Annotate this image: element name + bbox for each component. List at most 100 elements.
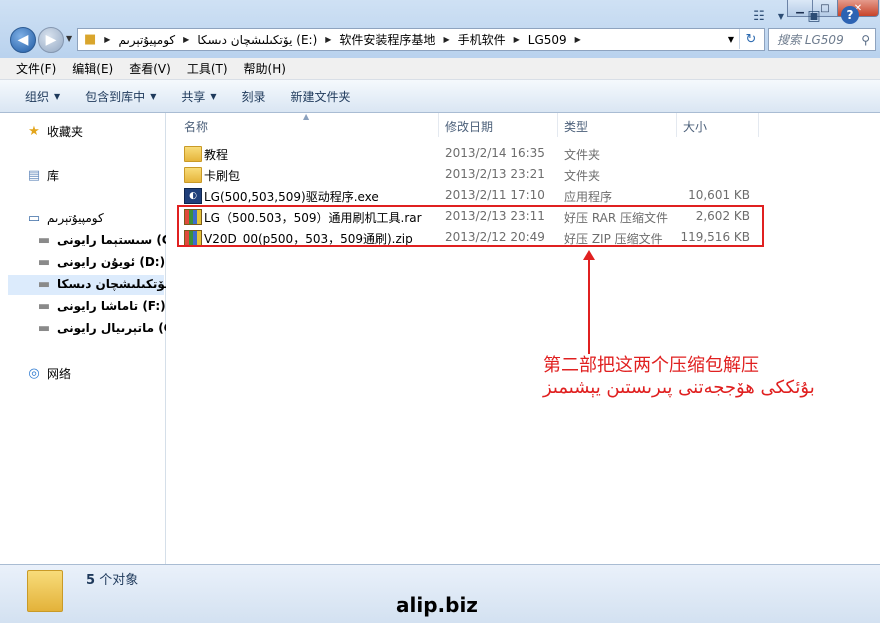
- column-header-date[interactable]: 修改日期: [445, 118, 493, 135]
- drive-icon: ▬: [37, 320, 51, 336]
- file-name: LG(500,503,509)驱动程序.exe: [204, 190, 379, 204]
- menu-help[interactable]: 帮助(H): [236, 60, 294, 77]
- breadcrumb-folder-phone[interactable]: 手机软件: [456, 31, 508, 48]
- menu-tools[interactable]: 工具(T): [179, 60, 236, 77]
- command-bar: 组织 ▼ 包含到库中 ▼ 共享 ▼ 刻录 新建文件夹: [0, 80, 880, 113]
- file-name: 教程: [204, 148, 229, 162]
- breadcrumb-chevron-icon[interactable]: ▶: [508, 35, 526, 44]
- sidebar-item-drive-d[interactable]: ▬ ئويۇن رايونى (D:): [36, 255, 166, 270]
- include-library-button[interactable]: 包含到库中 ▼: [85, 88, 156, 105]
- column-divider[interactable]: [676, 113, 677, 137]
- search-input[interactable]: 搜索 LG509 ⚲: [768, 28, 876, 51]
- share-label: 共享: [181, 89, 206, 104]
- system-drive-icon: ▬: [37, 232, 51, 248]
- share-button[interactable]: 共享 ▼: [181, 88, 216, 105]
- menu-view[interactable]: 查看(V): [121, 60, 179, 77]
- organize-button[interactable]: 组织 ▼: [25, 88, 60, 105]
- breadcrumb-chevron-icon[interactable]: ▶: [98, 35, 116, 44]
- file-type: 文件夹: [564, 169, 601, 183]
- computer-icon: ▭: [27, 210, 41, 226]
- folder-icon: [184, 146, 202, 162]
- sidebar-network-label: 网络: [47, 367, 72, 381]
- sidebar-item-network[interactable]: ◎ 网络: [26, 365, 71, 382]
- chevron-down-icon: ▼: [54, 91, 61, 101]
- address-dropdown-icon[interactable]: ▼: [724, 35, 738, 44]
- sidebar-library-label: 库: [47, 169, 60, 183]
- folder-icon: [27, 570, 63, 612]
- file-date: 2013/2/13 23:21: [445, 167, 545, 181]
- star-icon: ★: [28, 124, 40, 139]
- search-icon[interactable]: ⚲: [861, 33, 875, 47]
- item-count: 5 个对象: [86, 569, 138, 588]
- address-bar[interactable]: ■ ▶ كومپيۇتېرىم ▶ يۆتكىلىشچان دىسكا (E:)…: [77, 28, 765, 51]
- navigation-pane: ★ 收藏夹 ▤ 库 ▭ كومپيۇتېرىم ▬ سىستېما رايونى…: [0, 113, 192, 564]
- file-date: 2013/2/14 16:35: [445, 146, 545, 160]
- folder-icon: [184, 167, 202, 183]
- refresh-icon[interactable]: ↻: [739, 29, 762, 49]
- item-count-label: 个对象: [99, 573, 139, 588]
- help-icon[interactable]: ?: [841, 6, 859, 24]
- file-row[interactable]: 教程 2013/2/14 16:35 文件夹: [184, 143, 784, 163]
- file-name: 卡刷包: [204, 169, 241, 183]
- annotation-text-uyghur: بۇئككى هۆججەتنى پىرىستىن يېشىمىز: [543, 377, 815, 398]
- recent-pages-chevron-icon[interactable]: ▼: [66, 34, 72, 43]
- sidebar-item-computer[interactable]: ▭ كومپيۇتېرىم: [26, 210, 104, 226]
- file-list: ▲ 名称 修改日期 类型 大小 教程 2013/2/14 16:35 文件夹 卡…: [166, 112, 880, 564]
- column-divider[interactable]: [557, 113, 558, 137]
- file-size: 10,601 KB: [688, 188, 750, 202]
- drive-icon: ▬: [37, 298, 51, 314]
- breadcrumb-folder-current[interactable]: LG509: [526, 33, 569, 47]
- network-icon: ◎: [28, 366, 40, 381]
- annotation-arrow-shaft: [588, 258, 590, 354]
- breadcrumb-drive[interactable]: يۆتكىلىشچان دىسكا (E:): [195, 33, 319, 47]
- breadcrumb-chevron-icon[interactable]: ▶: [569, 35, 587, 44]
- file-row[interactable]: ◐ LG(500,503,509)驱动程序.exe 2013/2/11 17:1…: [184, 185, 784, 205]
- sidebar-drive-label: سىستېما رايونى (C:): [57, 233, 181, 247]
- file-date: 2013/2/11 17:10: [445, 188, 545, 202]
- sidebar-drive-label: ئويۇن رايونى (D:): [57, 255, 166, 269]
- annotation-arrow-head: [583, 250, 595, 260]
- exe-icon: ◐: [184, 188, 202, 204]
- library-icon: ▤: [27, 168, 41, 183]
- column-divider[interactable]: [438, 113, 439, 137]
- sidebar-item-drive-g[interactable]: ▬ ماتېرىيال رايونى (G:): [36, 320, 184, 336]
- sidebar-drive-label: ماتېرىيال رايونى (G:): [57, 321, 184, 335]
- highlight-box: [177, 205, 764, 247]
- menu-file[interactable]: 文件(F): [0, 60, 64, 77]
- sort-ascending-icon: ▲: [303, 112, 310, 121]
- sidebar-item-drive-c[interactable]: ▬ سىستېما رايونى (C:): [36, 232, 181, 248]
- column-header-size[interactable]: 大小: [683, 118, 707, 135]
- back-arrow-icon[interactable]: ◀: [10, 27, 36, 53]
- column-header-type[interactable]: 类型: [564, 118, 588, 135]
- menu-edit[interactable]: 编辑(E): [64, 60, 121, 77]
- column-header-name[interactable]: 名称: [184, 118, 208, 135]
- annotation-text-chinese: 第二部把这两个压缩包解压: [543, 355, 759, 376]
- drive-icon: ▬: [37, 276, 51, 292]
- file-row[interactable]: 卡刷包 2013/2/13 23:21 文件夹: [184, 164, 784, 184]
- organize-label: 组织: [25, 89, 50, 104]
- breadcrumb-folder-base[interactable]: 软件安装程序基地: [337, 31, 437, 48]
- burn-button[interactable]: 刻录: [242, 88, 266, 105]
- menu-bar: 文件(F) 编辑(E) 查看(V) 工具(T) 帮助(H): [0, 58, 880, 80]
- breadcrumb-chevron-icon[interactable]: ▶: [319, 35, 337, 44]
- item-count-number: 5: [86, 573, 96, 588]
- view-chevron-icon[interactable]: ▼: [776, 6, 786, 26]
- sidebar-item-library[interactable]: ▤ 库: [26, 167, 59, 184]
- forward-arrow-icon[interactable]: ▶: [38, 27, 64, 53]
- watermark: alip.biz: [396, 593, 478, 617]
- chevron-down-icon: ▼: [210, 91, 217, 101]
- file-type: 应用程序: [564, 190, 613, 204]
- preview-pane-icon[interactable]: ▣: [805, 6, 823, 26]
- file-type: 文件夹: [564, 148, 601, 162]
- search-placeholder: 搜索 LG509: [777, 33, 844, 47]
- sidebar-favorites-label: 收藏夹: [47, 125, 84, 139]
- view-options-icon[interactable]: ☷: [750, 6, 768, 26]
- breadcrumb-computer[interactable]: كومپيۇتېرىم: [116, 33, 177, 47]
- column-divider[interactable]: [758, 113, 759, 137]
- breadcrumb-chevron-icon[interactable]: ▶: [177, 35, 195, 44]
- sidebar-item-favorites[interactable]: ★ 收藏夹: [26, 123, 83, 140]
- new-folder-button[interactable]: 新建文件夹: [291, 88, 351, 105]
- breadcrumb-chevron-icon[interactable]: ▶: [437, 35, 455, 44]
- folder-icon: ■: [84, 32, 97, 47]
- sidebar-item-drive-f[interactable]: ▬ تاماشا رايونى (F:): [36, 298, 166, 314]
